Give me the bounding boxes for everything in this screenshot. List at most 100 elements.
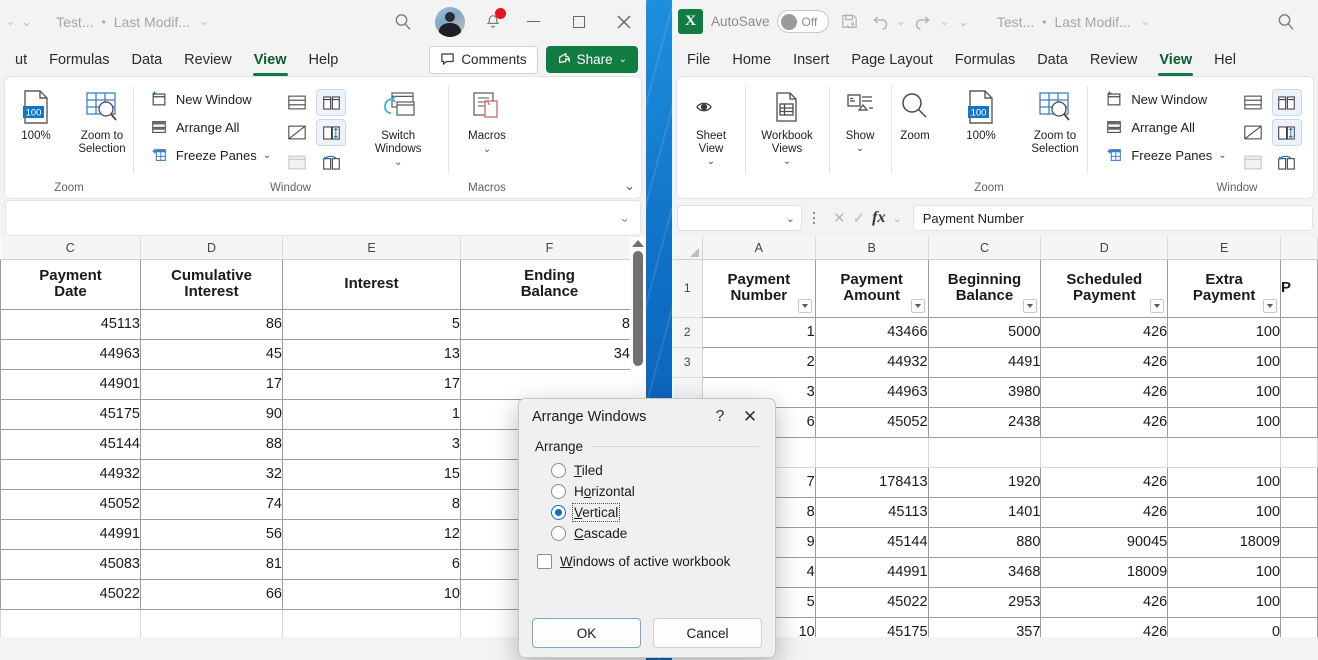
cell-b11[interactable]: 45022	[815, 587, 928, 617]
cell-d9[interactable]: 56	[141, 519, 283, 549]
cell-e6[interactable]	[1168, 437, 1281, 467]
header-cell-extra-payment[interactable]: Extra Payment	[1168, 259, 1281, 317]
formula-expand-chevron-down-icon-left[interactable]: ⌄	[619, 210, 630, 226]
unhide-icon[interactable]	[282, 149, 312, 176]
cell-d10[interactable]: 18009	[1041, 557, 1168, 587]
cell-f2[interactable]: 88	[461, 309, 639, 339]
cell-f7[interactable]	[1281, 467, 1318, 497]
cell-b9[interactable]: 45144	[815, 527, 928, 557]
cell-a2[interactable]: 1	[702, 317, 815, 347]
cell-e3[interactable]: 13	[283, 339, 461, 369]
fx-chevron-down-icon[interactable]: ⌄	[892, 212, 901, 225]
cell-f5[interactable]	[1281, 407, 1318, 437]
freeze-panes-button-left[interactable]: Freeze Panes ⌄	[143, 142, 276, 168]
arrange-all-button-left[interactable]: Arrange All	[143, 114, 276, 140]
filter-dropdown-icon-e[interactable]	[1263, 299, 1277, 313]
cell-f2[interactable]	[1281, 317, 1318, 347]
cell-d4[interactable]: 426	[1041, 377, 1168, 407]
checkbox-indicator[interactable]	[537, 554, 552, 569]
synchronous-scrolling-icon[interactable]	[316, 119, 346, 146]
cell-e4[interactable]: 17	[283, 369, 461, 399]
cell-b4[interactable]: 44963	[815, 377, 928, 407]
header-cell-payment-number[interactable]: Payment Number	[702, 259, 815, 317]
tab-review-left[interactable]: Review	[173, 48, 243, 72]
tab-page-layout-right[interactable]: Page Layout	[840, 48, 943, 72]
radio-option-tiled[interactable]: Tiled	[535, 460, 759, 481]
cell-a3[interactable]: 2	[702, 347, 815, 377]
cell-d2[interactable]: 86	[141, 309, 283, 339]
cell-f10[interactable]	[1281, 557, 1318, 587]
row-header-3[interactable]: 3	[673, 347, 703, 377]
cell-e12[interactable]: 0	[1168, 617, 1281, 637]
cell-d4[interactable]: 17	[141, 369, 283, 399]
cell-d5[interactable]: 90	[141, 399, 283, 429]
header-cell-cumulative-interest[interactable]: Cumulative Interest	[141, 259, 283, 309]
tab-data-left[interactable]: Data	[121, 48, 174, 72]
title-chevron-down-icon-left[interactable]: ⌄	[198, 15, 211, 28]
cell-d3[interactable]: 45	[141, 339, 283, 369]
cell-d11[interactable]: 426	[1041, 587, 1168, 617]
filter-dropdown-icon-b[interactable]	[911, 299, 925, 313]
reset-window-position-icon[interactable]	[1272, 149, 1302, 176]
cell-c4[interactable]: 3980	[928, 377, 1041, 407]
arrange-all-button-right[interactable]: Arrange All	[1098, 114, 1231, 140]
cell-e5[interactable]: 100	[1168, 407, 1281, 437]
cell-c2[interactable]: 5000	[928, 317, 1041, 347]
cell-d2[interactable]: 426	[1041, 317, 1168, 347]
tab-help-right[interactable]: Hel	[1203, 48, 1247, 72]
zoom-button-right[interactable]: Zoom	[883, 84, 947, 146]
cell-c7[interactable]: 44932	[1, 459, 141, 489]
maximize-button-left[interactable]	[556, 0, 601, 43]
cell-b8[interactable]: 45113	[815, 497, 928, 527]
cell-d9[interactable]: 90045	[1041, 527, 1168, 557]
freeze-panes-button-right[interactable]: Freeze Panes ⌄	[1098, 142, 1231, 168]
cell-c10[interactable]: 45083	[1, 549, 141, 579]
cell-c9[interactable]: 880	[928, 527, 1041, 557]
cell-b2[interactable]: 43466	[815, 317, 928, 347]
cell-f9[interactable]	[1281, 527, 1318, 557]
formula-bar-more-icon[interactable]	[806, 212, 822, 225]
table-row[interactable]: 45113 86 5 88	[1, 309, 639, 339]
qat-chevron-icon[interactable]: ⌄	[4, 15, 17, 28]
share-button[interactable]: Share ⌄	[546, 46, 638, 73]
scrollbar-thumb[interactable]	[633, 251, 643, 366]
cell-f8[interactable]	[1281, 497, 1318, 527]
column-header-f[interactable]	[1281, 237, 1318, 259]
filter-dropdown-icon-a[interactable]	[798, 299, 812, 313]
tab-file-right[interactable]: File	[676, 48, 721, 72]
cell-empty[interactable]	[1, 609, 141, 637]
cell-d12[interactable]: 426	[1041, 617, 1168, 637]
cell-e7[interactable]: 100	[1168, 467, 1281, 497]
column-header-c[interactable]: C	[928, 237, 1041, 259]
zoom-to-selection-button-right[interactable]: Zoom to Selection	[1015, 84, 1095, 159]
tab-review-right[interactable]: Review	[1079, 48, 1149, 72]
zoom-100-button-right[interactable]: 100 100%	[949, 84, 1013, 146]
save-icon[interactable]	[835, 7, 865, 37]
cell-f4[interactable]	[1281, 377, 1318, 407]
checkbox-windows-of-active-workbook[interactable]: Windows of active workbook	[535, 544, 759, 569]
tab-formulas-left[interactable]: Formulas	[38, 48, 120, 72]
tab-data-right[interactable]: Data	[1026, 48, 1079, 72]
cell-b12[interactable]: 45175	[815, 617, 928, 637]
header-cell-beginning-balance[interactable]: Beginning Balance	[928, 259, 1041, 317]
column-header-f[interactable]: F	[461, 237, 639, 259]
reset-window-position-icon[interactable]	[316, 149, 346, 176]
filter-dropdown-icon-d[interactable]	[1150, 299, 1164, 313]
tab-help-left[interactable]: Help	[298, 48, 350, 72]
cell-e2[interactable]: 5	[283, 309, 461, 339]
cell-d7[interactable]: 32	[141, 459, 283, 489]
column-header-e[interactable]: E	[283, 237, 461, 259]
cell-e11[interactable]: 10	[283, 579, 461, 609]
header-cell-ending-balance[interactable]: Ending Balance	[461, 259, 639, 309]
tab-home-right[interactable]: Home	[721, 48, 782, 72]
radio-tiled-indicator[interactable]	[551, 463, 566, 478]
table-row[interactable]: 44963 45 13 346	[1, 339, 639, 369]
formula-input-right[interactable]: Payment Number	[913, 205, 1313, 231]
row-header-2[interactable]: 2	[673, 317, 703, 347]
cell-f6[interactable]	[1281, 437, 1318, 467]
tab-page-layout-left[interactable]: ut	[4, 48, 38, 72]
cell-b7[interactable]: 178413	[815, 467, 928, 497]
cell-e10[interactable]: 6	[283, 549, 461, 579]
radio-cascade-indicator[interactable]	[551, 526, 566, 541]
radio-option-cascade[interactable]: Cascade	[535, 523, 759, 544]
